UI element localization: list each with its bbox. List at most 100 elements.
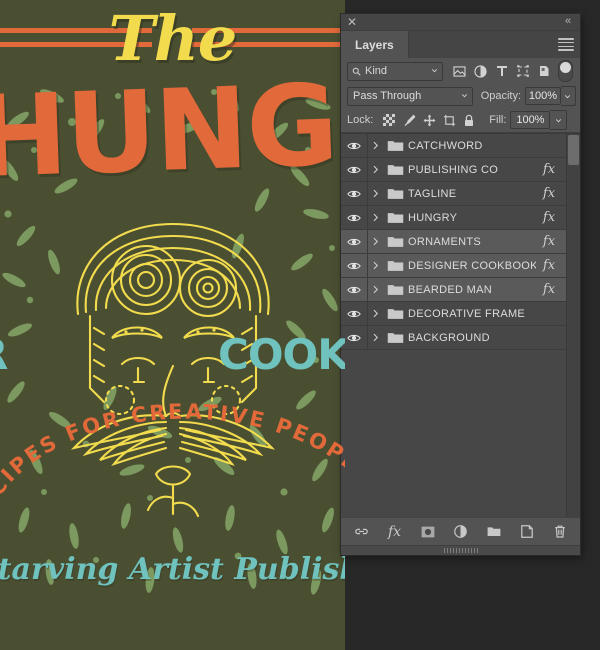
layer-name-label: CATCHWORD [408, 139, 483, 152]
lock-all-icon[interactable] [459, 111, 479, 130]
tab-layers[interactable]: Layers [341, 31, 409, 58]
chevron-down-icon [461, 93, 467, 97]
panel-bottom-toolbar: fx [341, 517, 580, 545]
chevron-down-icon [565, 94, 571, 98]
close-icon[interactable]: ✕ [346, 16, 358, 28]
search-icon [352, 67, 361, 76]
publisher-text: Starving Artist Publishing Co. [0, 552, 345, 587]
layer-row[interactable]: ORNAMENTS fx [341, 230, 580, 254]
group-disclosure-icon[interactable] [368, 237, 382, 246]
folder-icon [382, 236, 408, 248]
layers-panel: ✕ « Layers Kind Pass Through Opacity: 10… [341, 14, 580, 555]
folder-icon [382, 332, 408, 344]
panel-resize-grip[interactable] [341, 545, 580, 555]
filter-shape-layers[interactable] [512, 61, 533, 81]
layer-name-label: ORNAMENTS [408, 235, 481, 248]
layer-visibility-toggle[interactable] [341, 230, 368, 253]
filter-smart-objects[interactable] [533, 61, 554, 81]
chevron-down-icon [431, 68, 438, 72]
group-disclosure-icon[interactable] [368, 309, 382, 318]
layer-list-scrollbar[interactable] [566, 134, 580, 517]
lock-position-icon[interactable] [419, 111, 439, 130]
layer-effects-badge[interactable]: fx [536, 258, 562, 273]
lock-row: Lock: Fill: 100% [341, 108, 580, 133]
link-layers-button[interactable] [352, 522, 371, 541]
add-layer-style-button[interactable]: fx [385, 522, 404, 541]
layer-visibility-toggle[interactable] [341, 302, 368, 325]
layer-effects-badge[interactable]: fx [536, 186, 562, 201]
folder-icon [382, 164, 408, 176]
lock-image-pixels-icon[interactable] [399, 111, 419, 130]
layer-row[interactable]: TAGLINE fx [341, 182, 580, 206]
layer-row[interactable]: BACKGROUND [341, 326, 580, 350]
group-disclosure-icon[interactable] [368, 261, 382, 270]
group-disclosure-icon[interactable] [368, 213, 382, 222]
filter-enable-toggle[interactable] [558, 60, 573, 82]
opacity-stepper[interactable] [560, 86, 576, 106]
filter-adjustment-layers[interactable] [470, 61, 491, 81]
layer-row[interactable]: PUBLISHING CO fx [341, 158, 580, 182]
layer-visibility-toggle[interactable] [341, 158, 368, 181]
opacity-input[interactable]: 100% [525, 87, 561, 105]
group-disclosure-icon[interactable] [368, 333, 382, 342]
lock-transparent-pixels-icon[interactable] [379, 111, 399, 130]
layer-row[interactable]: BEARDED MAN fx [341, 278, 580, 302]
hungry-headline: HUNGRY [0, 55, 345, 204]
layer-visibility-toggle[interactable] [341, 278, 368, 301]
panel-menu-icon[interactable] [558, 38, 574, 51]
group-disclosure-icon[interactable] [368, 189, 382, 198]
layer-name-label: TAGLINE [408, 187, 457, 200]
new-layer-button[interactable] [517, 522, 536, 541]
layer-visibility-toggle[interactable] [341, 182, 368, 205]
filter-type-layers[interactable] [491, 61, 512, 81]
group-disclosure-icon[interactable] [368, 165, 382, 174]
cookbook-text: COOKBOOK [218, 330, 345, 379]
filter-kind-select[interactable]: Kind [347, 61, 443, 81]
layer-name-label: PUBLISHING CO [408, 163, 499, 176]
fill-input[interactable]: 100% [510, 111, 551, 129]
photoshop-screenshot: The HUNGRY COOK PES FOR CREATIVE PEO arv… [0, 0, 600, 650]
folder-icon [382, 188, 408, 200]
layer-row[interactable]: DESIGNER COOKBOOK fx [341, 254, 580, 278]
blend-mode-value: Pass Through [353, 90, 422, 102]
layer-visibility-toggle[interactable] [341, 206, 368, 229]
layer-effects-badge[interactable]: fx [536, 210, 562, 225]
filter-pixel-layers[interactable] [449, 61, 470, 81]
layer-effects-badge[interactable]: fx [536, 162, 562, 177]
layer-name-label: BACKGROUND [408, 331, 490, 344]
lock-label: Lock: [347, 114, 374, 126]
layer-name-label: BEARDED MAN [408, 283, 492, 296]
filter-kind-label: Kind [365, 65, 388, 77]
add-layer-mask-button[interactable] [418, 522, 437, 541]
group-disclosure-icon[interactable] [368, 285, 382, 294]
delete-layer-button[interactable] [550, 522, 569, 541]
canvas-lower-area [0, 600, 345, 650]
scrollbar-thumb[interactable] [568, 135, 579, 165]
catchword-text: The [108, 2, 238, 75]
layer-effects-badge[interactable]: fx [536, 282, 562, 297]
layer-row[interactable]: HUNGRY fx [341, 206, 580, 230]
layer-name-label: HUNGRY [408, 211, 458, 224]
folder-icon [382, 140, 408, 152]
folder-icon [382, 308, 408, 320]
collapse-panel-icon[interactable]: « [561, 15, 575, 28]
layer-effects-badge[interactable]: fx [536, 234, 562, 249]
folder-icon [382, 212, 408, 224]
fill-stepper[interactable] [550, 110, 568, 130]
blend-mode-select[interactable]: Pass Through [347, 86, 473, 106]
tagline-arc: RECIPES FOR CREATIVE PEOPLE [0, 400, 345, 546]
layer-visibility-toggle[interactable] [341, 326, 368, 349]
layer-visibility-toggle[interactable] [341, 254, 368, 277]
layer-list[interactable]: CATCHWORD PUBLISHING CO fx TAGLINE fx HUNGRY f… [341, 133, 580, 517]
layer-visibility-toggle[interactable] [341, 134, 368, 157]
new-group-button[interactable] [484, 522, 503, 541]
for-word-text: R [0, 330, 8, 379]
blend-mode-row: Pass Through Opacity: 100% [341, 84, 580, 108]
lock-artboard-nesting-icon[interactable] [439, 111, 459, 130]
layer-row[interactable]: CATCHWORD [341, 134, 580, 158]
document-canvas[interactable]: The HUNGRY COOK PES FOR CREATIVE PEO arv… [0, 0, 345, 600]
layer-row[interactable]: DECORATIVE FRAME [341, 302, 580, 326]
new-adjustment-layer-button[interactable] [451, 522, 470, 541]
filter-type-buttons [449, 61, 554, 81]
group-disclosure-icon[interactable] [368, 141, 382, 150]
